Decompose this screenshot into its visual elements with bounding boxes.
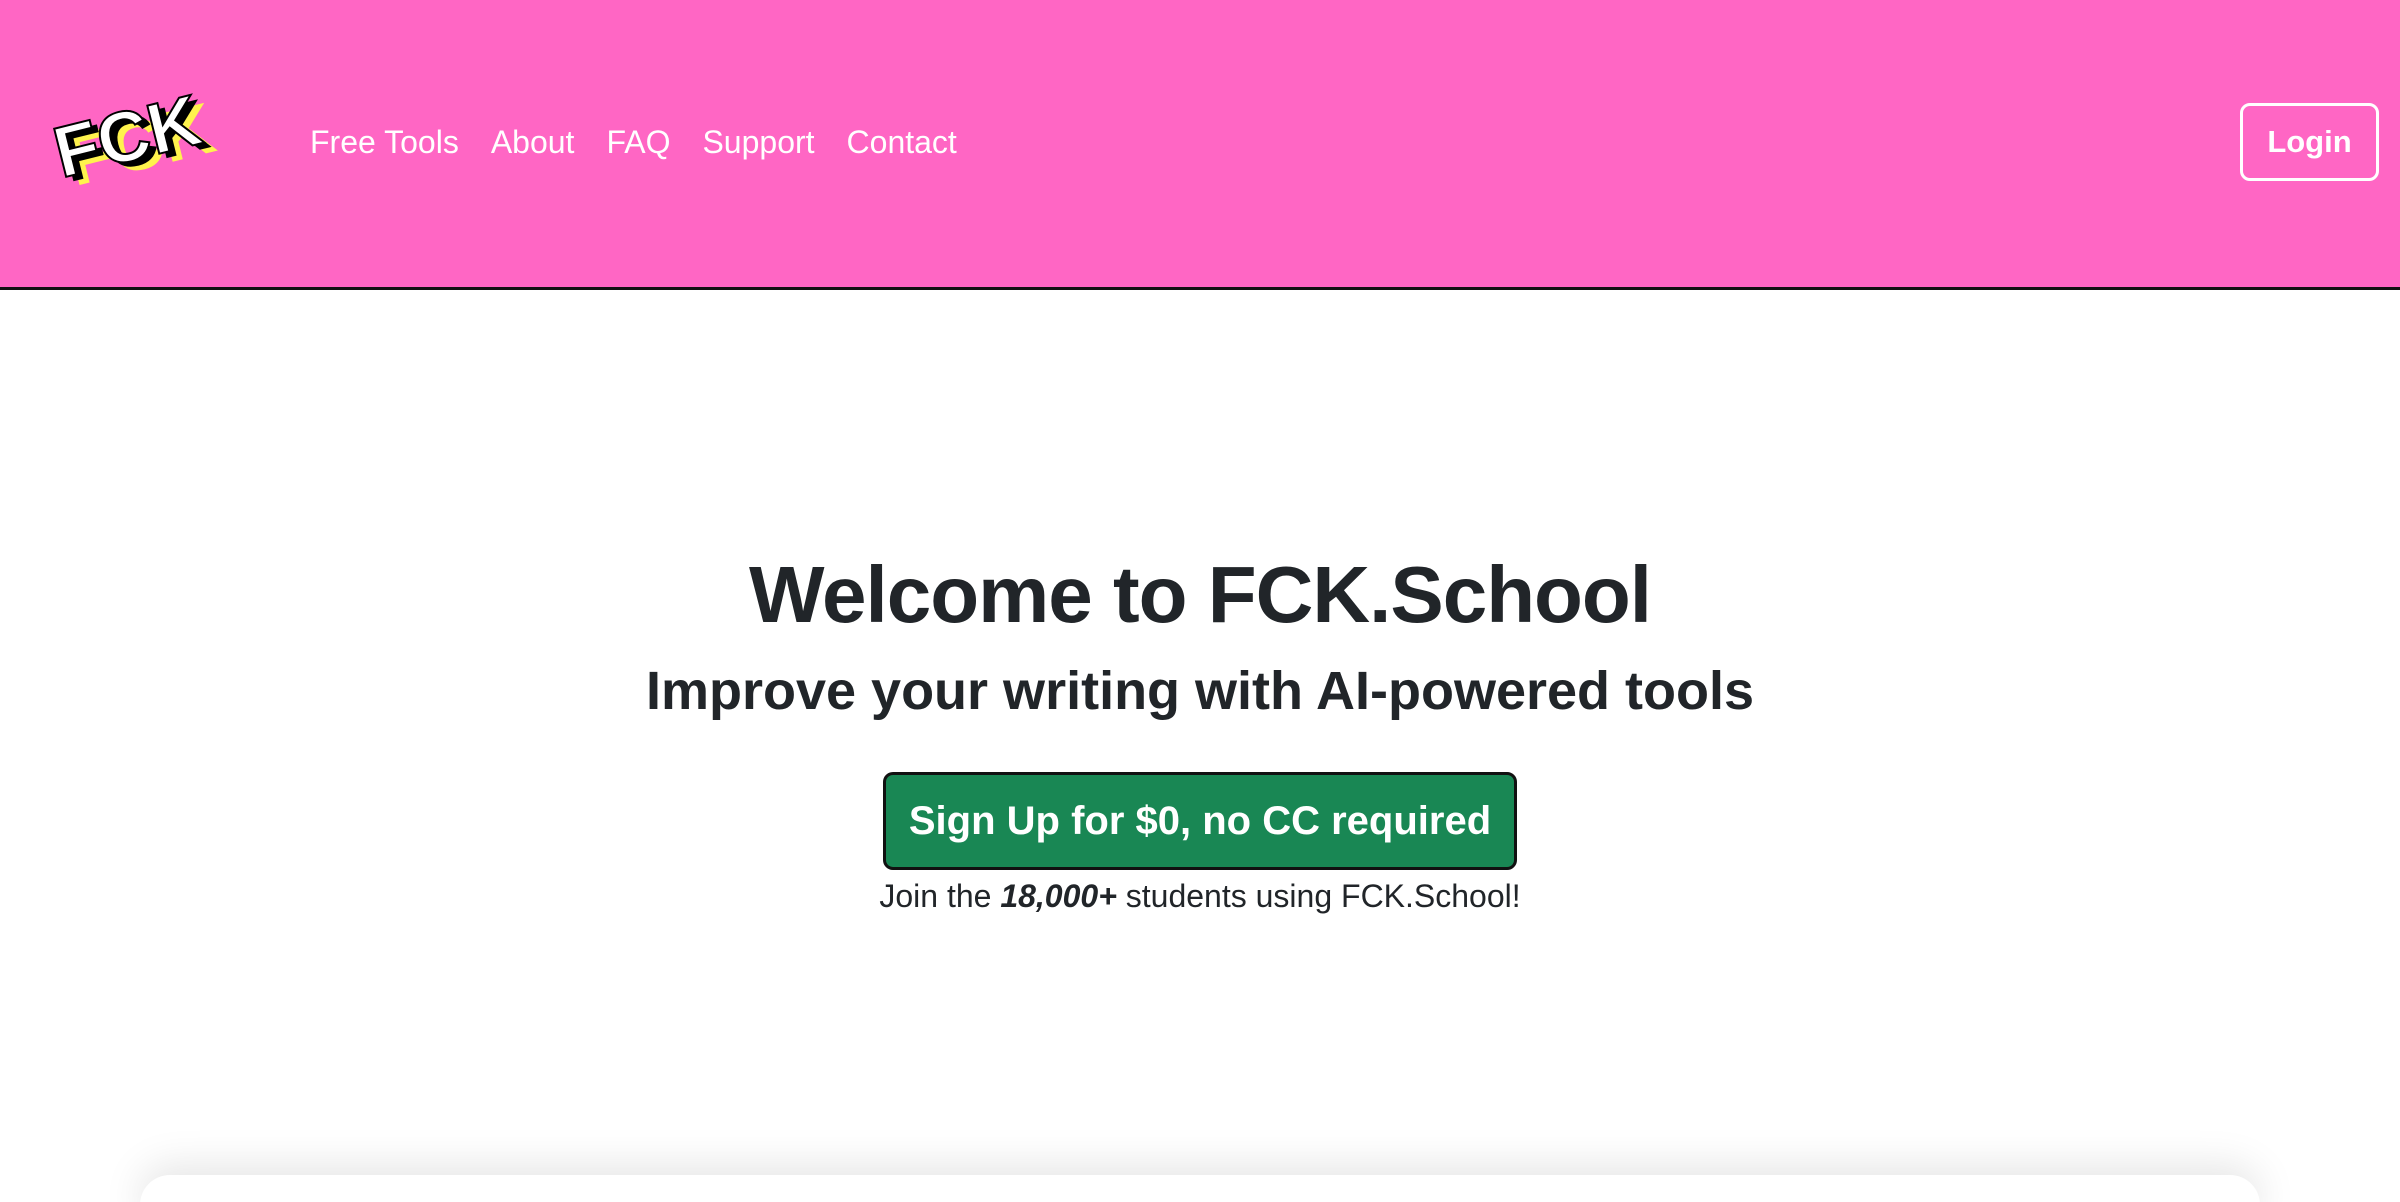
nav-about[interactable]: About (491, 118, 575, 166)
nav-faq[interactable]: FAQ (606, 118, 670, 166)
join-count: 18,000+ (1000, 878, 1117, 914)
hero-section: Welcome to FCK.School Improve your writi… (0, 540, 2400, 920)
content-card-edge (140, 1175, 2260, 1202)
nav-links: Free Tools About FAQ Support Contact (310, 118, 957, 166)
login-button[interactable]: Login (2240, 103, 2379, 181)
join-suffix: students using FCK.School! (1116, 878, 1521, 914)
logo-text: FCK (48, 80, 209, 192)
navbar: FCK FCK FCK Free Tools About FAQ Support… (0, 0, 2400, 290)
nav-support[interactable]: Support (702, 118, 814, 166)
hero-title: Welcome to FCK.School (748, 550, 1652, 639)
join-text: Join the 18,000+ students using FCK.Scho… (0, 872, 2400, 920)
join-prefix: Join the (879, 878, 1001, 914)
fck-logo-icon: FCK FCK FCK (48, 79, 222, 192)
hero-subtitle: Improve your writing with AI-powered too… (645, 661, 1755, 721)
nav-contact[interactable]: Contact (847, 118, 957, 166)
signup-button[interactable]: Sign Up for $0, no CC required (883, 772, 1517, 870)
fck-logo[interactable]: FCK FCK FCK (48, 74, 238, 192)
nav-free-tools[interactable]: Free Tools (310, 118, 459, 166)
